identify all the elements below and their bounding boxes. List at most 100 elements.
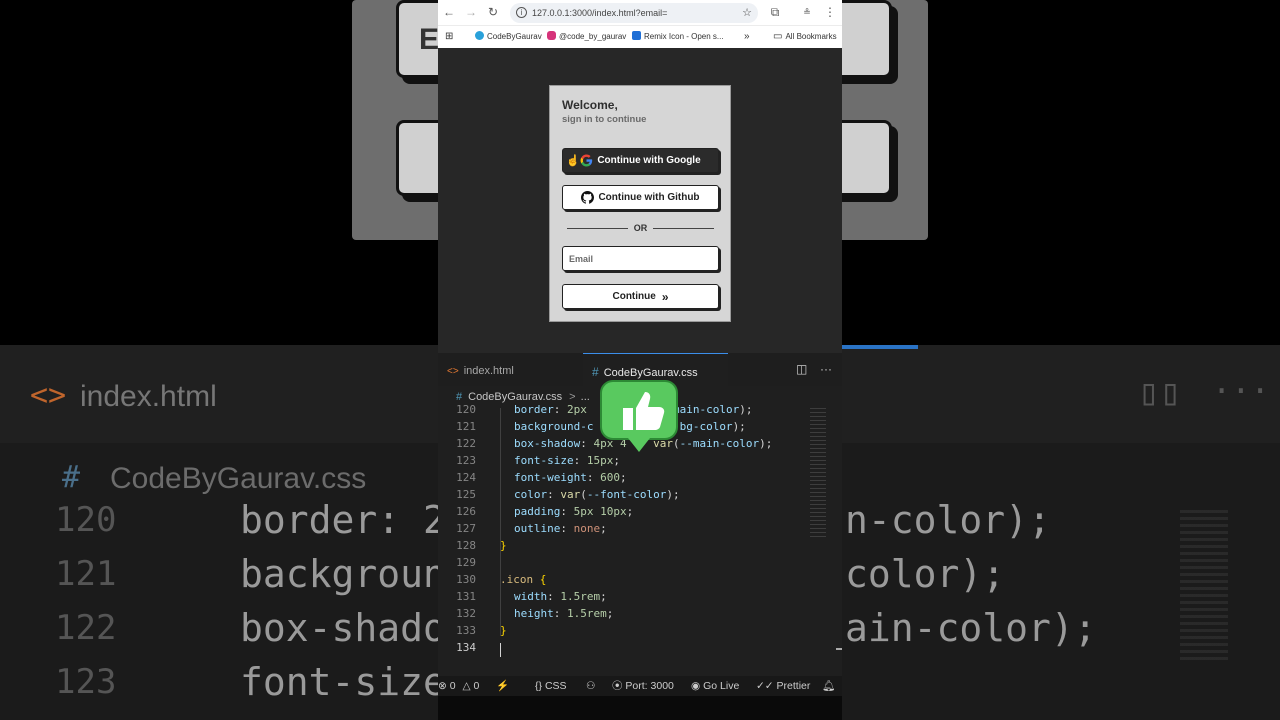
code-line: outline: none; <box>514 522 607 535</box>
broadcast-icon: ⦿ <box>612 680 623 692</box>
language-mode[interactable]: {} CSS <box>535 676 567 696</box>
thumbs-up-icon <box>600 380 678 452</box>
warning-count: 0 <box>473 680 480 692</box>
line-number: 129 <box>456 556 476 569</box>
radio-tower-icon: ◉ <box>691 680 701 692</box>
code-line: padding: 5px 10px; <box>514 505 634 518</box>
or-text: OR <box>633 223 648 233</box>
line-number: 127 <box>456 522 476 535</box>
error-count: 0 <box>449 680 456 692</box>
breadcrumb-more[interactable]: ... <box>581 391 590 403</box>
bg-split-icon: ▯▯ <box>1138 372 1182 413</box>
welcome-heading: Welcome, <box>562 98 618 112</box>
line-number: 128 <box>456 539 476 552</box>
telegram-icon <box>475 31 484 40</box>
bg-code-line: box-shado <box>240 606 446 650</box>
reload-icon[interactable]: ↻ <box>486 5 500 19</box>
line-number: 122 <box>456 437 476 450</box>
line-number: 133 <box>456 624 476 637</box>
port-indicator[interactable]: ⦿ Port: 3000 <box>612 676 674 696</box>
site-info-icon[interactable]: i <box>516 7 527 18</box>
scrollbar-marker[interactable] <box>836 648 842 650</box>
login-card: Welcome, sign in to continue Continue wi… <box>549 85 731 322</box>
pointer-hand-icon: ☝ <box>566 155 580 167</box>
code-line: } <box>500 624 507 637</box>
bookmark-remix[interactable]: Remix Icon - Open s... <box>632 30 724 44</box>
email-input[interactable] <box>562 246 719 271</box>
code-line: } <box>500 539 507 552</box>
code-line: width: 1.5rem; <box>514 590 607 603</box>
breadcrumb-file[interactable]: CodeByGaurav.css <box>468 391 562 403</box>
code-line: color: var(--font-color); <box>514 488 680 501</box>
tab-index-html[interactable]: <> index.html <box>438 353 583 386</box>
bg-tab-label: index.html <box>80 380 217 413</box>
minimap[interactable] <box>810 408 826 538</box>
css-file-icon: # <box>456 391 463 403</box>
divider-line <box>567 227 628 229</box>
bookmarks-bar: ⊞ CodeByGaurav @code_by_gaurav Remix Ico… <box>438 26 842 48</box>
line-number: 131 <box>456 590 476 603</box>
google-button-label: Continue with Google <box>597 155 701 166</box>
bookmark-label: CodeByGaurav <box>487 32 542 41</box>
line-number-current: 134 <box>456 641 476 654</box>
remix-icon <box>632 31 641 40</box>
copilot-icon[interactable]: ⚇ <box>586 676 595 696</box>
github-button-label: Continue with Github <box>598 192 700 203</box>
bg-crumb-label: CodeByGaurav.css <box>110 462 367 495</box>
bookmark-instagram[interactable]: @code_by_gaurav <box>547 30 626 44</box>
warning-icon: △ <box>462 680 471 692</box>
apps-grid-icon[interactable]: ⊞ <box>445 30 453 44</box>
bg-line-number: 122 <box>55 608 117 648</box>
more-actions-icon[interactable]: ··· <box>820 362 832 376</box>
go-live-button[interactable]: ◉ Go Live <box>691 676 739 696</box>
bg-more-icon: ··· <box>1212 372 1270 410</box>
notifications-bell-icon[interactable]: 🔔︎ <box>822 676 835 696</box>
forward-icon[interactable]: → <box>464 5 478 19</box>
continue-button[interactable]: Continue » <box>562 284 719 309</box>
problems-indicator[interactable]: ⊗ 0 △ 0 <box>438 676 479 696</box>
browser-toolbar: ← → ↻ i 127.0.0.1:3000/index.html?email=… <box>438 0 842 26</box>
line-number: 126 <box>456 505 476 518</box>
text-caret <box>500 643 501 657</box>
bookmark-label: All Bookmarks <box>785 32 837 41</box>
line-number: 130 <box>456 573 476 586</box>
bookmark-telegram[interactable]: CodeByGaurav <box>475 30 542 44</box>
menu-kebab-icon[interactable]: ⋮ <box>823 5 837 19</box>
divider-line <box>653 227 714 229</box>
line-number: 123 <box>456 454 476 467</box>
back-icon[interactable]: ← <box>442 5 456 19</box>
github-signin-button[interactable]: Continue with Github <box>562 185 719 210</box>
split-editor-icon[interactable]: ◫ <box>796 362 807 376</box>
line-number: 132 <box>456 607 476 620</box>
bg-minimap <box>1180 510 1228 660</box>
google-signin-button[interactable]: Continue with Google <box>562 148 719 173</box>
error-icon: ⊗ <box>438 680 447 692</box>
double-chevron-right-icon: » <box>661 289 669 304</box>
bg-line-number: 120 <box>55 500 117 540</box>
double-check-icon: ✓✓ <box>756 680 774 692</box>
address-bar[interactable]: i 127.0.0.1:3000/index.html?email= ☆ <box>510 3 758 23</box>
bg-code-right: ain-color); <box>845 606 1097 650</box>
all-bookmarks[interactable]: ▭ All Bookmarks <box>773 30 837 44</box>
bg-css-icon: # <box>62 460 81 495</box>
code-line: height: 1.5rem; <box>514 607 614 620</box>
bg-code-right: n-color); <box>845 498 1051 542</box>
bg-button-letter: E <box>419 23 440 56</box>
instagram-icon <box>547 31 556 40</box>
line-number: 120 <box>456 403 476 416</box>
line-number: 124 <box>456 471 476 484</box>
profile-icon[interactable]: ≗ <box>800 5 814 19</box>
go-live-label: Go Live <box>703 680 740 692</box>
code-line: .icon { <box>500 573 547 586</box>
bookmark-label: Remix Icon - Open s... <box>644 32 724 41</box>
extensions-icon[interactable]: ⧉ <box>768 5 782 19</box>
sync-icon[interactable]: ⚡ <box>496 676 509 696</box>
bottom-bar <box>438 696 842 720</box>
code-line: font-size: 15px; <box>514 454 620 467</box>
bg-line-number: 123 <box>55 662 117 702</box>
bookmarks-overflow-icon[interactable]: » <box>744 30 750 44</box>
signin-subtitle: sign in to continue <box>562 114 647 125</box>
bookmark-star-icon[interactable]: ☆ <box>742 3 752 23</box>
page-viewport: Welcome, sign in to continue Continue wi… <box>438 48 842 353</box>
prettier-status[interactable]: ✓✓ Prettier <box>756 676 810 696</box>
